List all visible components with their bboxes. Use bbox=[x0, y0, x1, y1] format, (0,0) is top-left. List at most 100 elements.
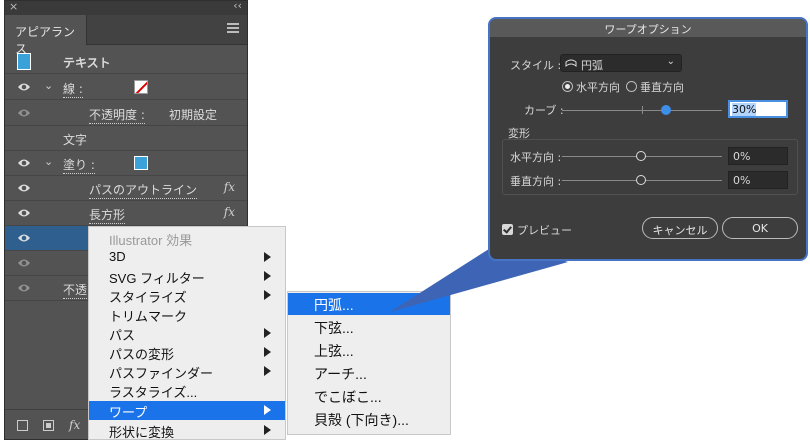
horizontal-radio-label: 水平方向 bbox=[576, 81, 620, 94]
bend-slider-center-tick bbox=[642, 106, 643, 114]
preview-checkbox[interactable] bbox=[502, 224, 513, 235]
menu-item-label: スタイライズ bbox=[109, 290, 187, 305]
appearance-row-stroke[interactable]: ⌄ 線 : bbox=[5, 75, 247, 100]
menu-item-warp[interactable]: ワープ bbox=[89, 401, 285, 420]
stroke-none-swatch[interactable] bbox=[134, 80, 148, 94]
fill-opacity-label[interactable]: 不透 bbox=[63, 281, 88, 299]
chevron-down-icon[interactable]: ⌄ bbox=[44, 79, 53, 92]
eye-icon[interactable] bbox=[17, 107, 31, 119]
eye-icon[interactable] bbox=[17, 207, 31, 219]
style-label: スタイル : bbox=[510, 59, 562, 72]
vertical-radio-label: 垂直方向 bbox=[640, 81, 684, 94]
dialog-title: ワープオプション bbox=[490, 19, 806, 37]
warp-options-dialog: ワープオプション スタイル : 円弧 ⌄ 水平方向 垂直方向 カーブ : 30%… bbox=[488, 17, 808, 261]
menu-item-pathfinder[interactable]: パスファインダー bbox=[89, 362, 285, 381]
object-thumbnail-icon bbox=[17, 53, 31, 70]
bend-value-text: 30% bbox=[732, 103, 757, 116]
v-distortion-knob[interactable] bbox=[636, 175, 646, 185]
style-select[interactable]: 円弧 ⌄ bbox=[560, 54, 682, 72]
vertical-radio[interactable] bbox=[626, 81, 637, 92]
submenu-arrow-icon bbox=[264, 366, 271, 376]
menu-item-label: ワープ bbox=[109, 405, 148, 420]
appearance-row-stroke-opacity[interactable]: 不透明度 : 初期設定 bbox=[5, 101, 247, 126]
submenu-arrow-icon bbox=[264, 425, 271, 435]
menu-item-label: パスファインダー bbox=[109, 366, 214, 381]
h-distortion-knob[interactable] bbox=[636, 151, 646, 161]
appearance-row-effect-rectangle[interactable]: 長方形 fx bbox=[5, 201, 247, 226]
eye-icon[interactable] bbox=[17, 81, 31, 93]
menu-item-label: トリムマーク bbox=[109, 309, 188, 324]
menu-item-3d[interactable]: 3D bbox=[89, 248, 285, 267]
warp-submenu: 円弧... 下弦... 上弦... アーチ... でこぼこ... 貝殻 (下向き… bbox=[287, 291, 451, 435]
eye-icon[interactable] bbox=[17, 157, 31, 169]
menu-item-label: パスの変形 bbox=[109, 347, 175, 362]
effect-rectangle-label[interactable]: 長方形 bbox=[89, 206, 126, 224]
submenu-arrow-icon bbox=[264, 290, 271, 300]
eye-icon[interactable] bbox=[17, 282, 31, 294]
opacity-label[interactable]: 不透明度 : bbox=[89, 106, 145, 124]
h-distortion-label: 水平方向 : bbox=[510, 151, 562, 164]
submenu-item-arc-upper[interactable]: 上弦... bbox=[288, 339, 450, 361]
menu-item-svg-filter[interactable]: SVG フィルター bbox=[89, 267, 285, 286]
eye-icon[interactable] bbox=[17, 257, 31, 269]
menu-item-rasterize[interactable]: ラスタライズ... bbox=[89, 381, 285, 400]
fill-label[interactable]: 塗り : bbox=[63, 156, 95, 174]
submenu-arrow-icon bbox=[264, 328, 271, 338]
effect-menu: Illustrator 効果 3D SVG フィルター スタイライズ トリムマー… bbox=[88, 226, 286, 440]
submenu-item-bulge[interactable]: でこぼこ... bbox=[288, 385, 450, 407]
panel-menu-icon[interactable] bbox=[227, 23, 239, 33]
v-distortion-field[interactable]: 0% bbox=[728, 171, 788, 189]
menu-item-label: SVG フィルター bbox=[109, 271, 205, 286]
menu-item-distort-transform[interactable]: パスの変形 bbox=[89, 343, 285, 362]
submenu-arrow-icon bbox=[264, 347, 271, 357]
menu-item-label: 3D bbox=[109, 249, 126, 264]
eye-icon[interactable] bbox=[17, 232, 31, 244]
add-effect-icon[interactable]: fx bbox=[69, 418, 80, 432]
submenu-item-arc-lower[interactable]: 下弦... bbox=[288, 316, 450, 338]
fill-color-swatch[interactable] bbox=[134, 156, 148, 170]
close-icon[interactable]: × bbox=[9, 0, 18, 13]
collapse-icon[interactable]: ‹‹ bbox=[233, 0, 242, 12]
characters-label: 文字 bbox=[63, 133, 88, 147]
v-distortion-label: 垂直方向 : bbox=[510, 175, 562, 188]
cancel-button[interactable]: キャンセル bbox=[642, 217, 718, 239]
submenu-item-arch[interactable]: アーチ... bbox=[288, 362, 450, 384]
menu-item-stylize[interactable]: スタイライズ bbox=[89, 286, 285, 305]
fx-icon[interactable]: fx bbox=[224, 180, 235, 194]
menu-item-path[interactable]: パス bbox=[89, 324, 285, 343]
menu-item-convert-to-shape[interactable]: 形状に変換 bbox=[89, 421, 285, 440]
appearance-row-effect-outline[interactable]: パスのアウトライン fx bbox=[5, 176, 247, 201]
chevron-down-icon[interactable]: ⌄ bbox=[44, 155, 53, 168]
opacity-value: 初期設定 bbox=[169, 108, 218, 122]
add-stroke-icon[interactable] bbox=[17, 420, 28, 431]
submenu-item-shell-lower[interactable]: 貝殻 (下向き)... bbox=[288, 408, 450, 430]
bend-slider-knob[interactable] bbox=[661, 105, 671, 115]
appearance-row-fill[interactable]: ⌄ 塗り : bbox=[5, 151, 247, 176]
horizontal-radio[interactable] bbox=[562, 81, 573, 92]
eye-icon[interactable] bbox=[17, 182, 31, 194]
bend-label: カーブ : bbox=[524, 104, 564, 117]
menu-item-label: パス bbox=[109, 328, 136, 343]
ok-button[interactable]: OK bbox=[722, 217, 798, 239]
appearance-row-characters[interactable]: 文字 bbox=[5, 126, 247, 151]
effect-outline-label[interactable]: パスのアウトライン bbox=[89, 181, 198, 199]
submenu-arrow-icon bbox=[264, 252, 271, 262]
panel-titlebar: × ‹‹ bbox=[5, 0, 247, 15]
fx-icon[interactable]: fx bbox=[224, 205, 235, 219]
submenu-arrow-icon bbox=[264, 271, 271, 281]
menu-item-trim-marks[interactable]: トリムマーク bbox=[89, 305, 285, 324]
add-fill-icon[interactable] bbox=[43, 420, 54, 431]
h-distortion-field[interactable]: 0% bbox=[728, 147, 788, 165]
menu-item-label: 形状に変換 bbox=[109, 425, 175, 440]
menu-header: Illustrator 効果 bbox=[109, 233, 193, 248]
bend-value-field[interactable]: 30% bbox=[728, 100, 788, 118]
menu-item-label: ラスタライズ... bbox=[109, 385, 198, 400]
panel-tabbar: アピアランス bbox=[5, 15, 247, 56]
style-select-value: 円弧 bbox=[581, 59, 603, 72]
tab-appearance[interactable]: アピアランス bbox=[5, 15, 87, 56]
submenu-item-arc[interactable]: 円弧... bbox=[288, 293, 450, 315]
chevron-down-icon: ⌄ bbox=[666, 56, 675, 67]
submenu-arrow-icon bbox=[264, 405, 271, 415]
appearance-row-object[interactable]: テキスト bbox=[5, 49, 247, 74]
stroke-label[interactable]: 線 : bbox=[63, 80, 83, 98]
